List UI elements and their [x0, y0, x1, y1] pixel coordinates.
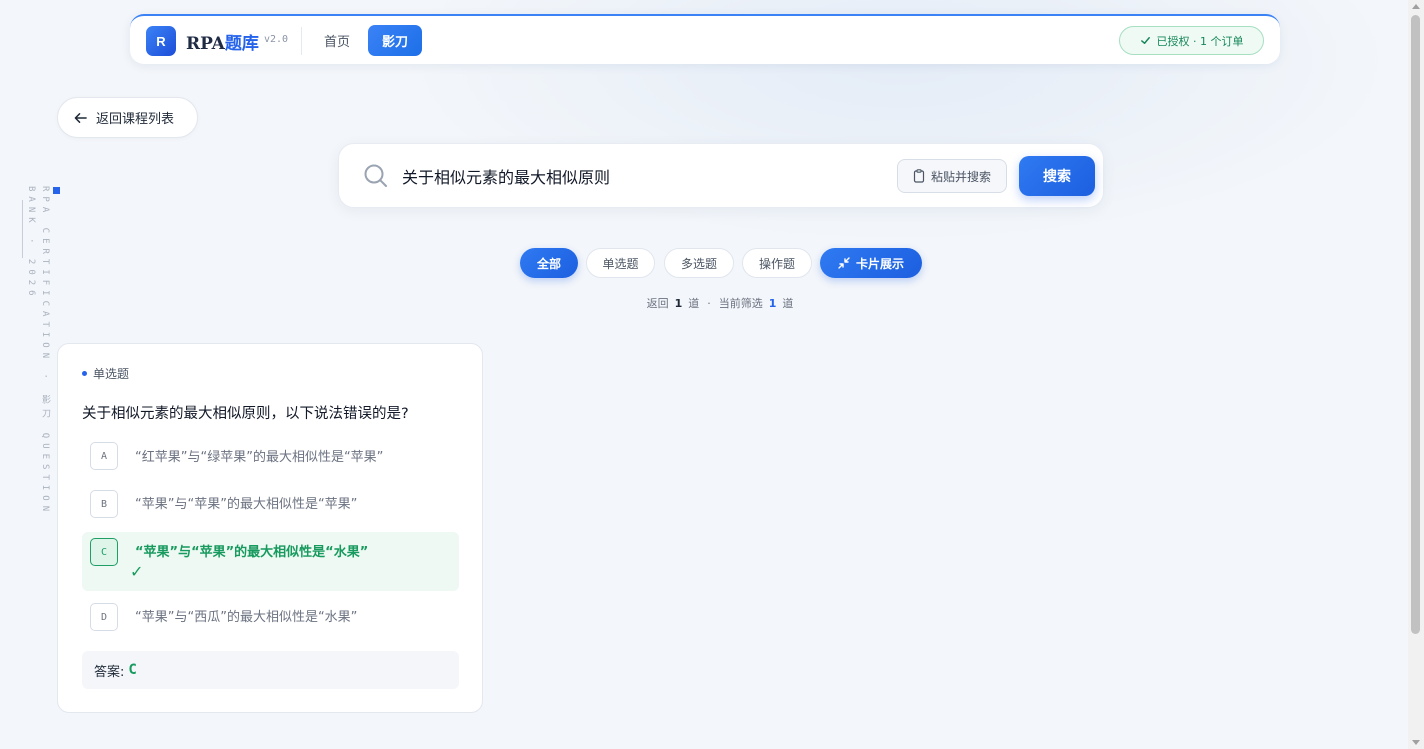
- filter-all[interactable]: 全部: [520, 248, 578, 278]
- search-bar: 粘贴并搜索 搜索: [338, 143, 1104, 208]
- nav-divider: [301, 27, 302, 55]
- top-navbar: R RPA题库 v2.0 首页 影刀 已授权 · 1 个订单: [130, 14, 1280, 64]
- collapse-icon: [838, 257, 850, 269]
- answer-label: 答案:: [94, 664, 125, 680]
- brand-prefix: RPA: [186, 34, 225, 54]
- option-d[interactable]: D “苹果”与“西瓜”的最大相似性是“水果”: [82, 600, 459, 638]
- nav-item-yingdao[interactable]: 影刀: [368, 25, 422, 56]
- arrow-left-icon: [74, 112, 87, 123]
- brand-suffix: 题库: [224, 34, 259, 54]
- license-badge: 已授权 · 1 个订单: [1119, 26, 1264, 55]
- option-letter: D: [90, 603, 118, 631]
- card-view-label: 卡片展示: [855, 256, 904, 271]
- count-prefix: 返回: [646, 297, 669, 310]
- clipboard-icon: [913, 169, 925, 183]
- filter-operation[interactable]: 操作题: [742, 248, 812, 278]
- option-text: “苹果”与“西瓜”的最大相似性是“水果”: [135, 610, 358, 625]
- option-letter: B: [90, 490, 118, 518]
- filtered-count: 1: [768, 297, 777, 310]
- question-text: 关于相似元素的最大相似原则，以下说法错误的是?: [82, 406, 409, 422]
- question-type-label: 单选题: [93, 367, 130, 381]
- count-unit-2: 道: [782, 297, 794, 310]
- version-label: v2.0: [264, 34, 289, 45]
- answer-box: 答案: C: [82, 651, 459, 689]
- result-count: 返回 1 道 · 当前筛选 1 道: [0, 295, 1424, 311]
- paste-search-label: 粘贴并搜索: [930, 169, 991, 184]
- option-letter: C: [90, 538, 118, 566]
- side-vertical-text: RPA CERTIFICATION · 影刀 QUESTION BANK · 2…: [26, 186, 50, 517]
- option-b[interactable]: B “苹果”与“苹果”的最大相似性是“苹果”: [82, 484, 459, 522]
- option-c-correct[interactable]: C “苹果”与“苹果”的最大相似性是“水果” ✓: [82, 532, 459, 591]
- side-line: [22, 200, 23, 258]
- nav-item-home[interactable]: 首页: [314, 25, 360, 55]
- option-letter: A: [90, 442, 118, 470]
- check-icon: [1140, 37, 1150, 44]
- tag-dot: [82, 371, 87, 376]
- scroll-down-icon[interactable]: [1412, 740, 1420, 745]
- correct-check-icon: ✓: [130, 562, 144, 581]
- option-a[interactable]: A “红苹果”与“绿苹果”的最大相似性是“苹果”: [82, 436, 459, 474]
- license-text: 已授权 · 1 个订单: [1156, 34, 1244, 48]
- search-input[interactable]: [402, 162, 882, 190]
- question-card: 单选题 关于相似元素的最大相似原则，以下说法错误的是? A “红苹果”与“绿苹果…: [57, 343, 483, 713]
- logo-icon[interactable]: R: [146, 26, 176, 56]
- back-to-courses-button[interactable]: 返回课程列表: [57, 97, 198, 138]
- brand-title[interactable]: RPA题库: [186, 29, 259, 54]
- option-text: “苹果”与“苹果”的最大相似性是“苹果”: [135, 497, 358, 512]
- back-button-label: 返回课程列表: [96, 112, 175, 127]
- option-text: “红苹果”与“绿苹果”的最大相似性是“苹果”: [135, 450, 384, 465]
- count-separator: ·: [707, 297, 711, 310]
- returned-count: 1: [674, 297, 683, 310]
- scroll-thumb[interactable]: [1411, 15, 1420, 634]
- filter-single-choice[interactable]: 单选题: [586, 248, 655, 278]
- question-type-tag: 单选题: [82, 365, 129, 382]
- side-marker: [53, 187, 60, 194]
- filter-multiple-choice[interactable]: 多选题: [664, 248, 734, 278]
- search-icon: [364, 164, 387, 187]
- filter-label: 当前筛选: [718, 297, 763, 310]
- card-view-toggle[interactable]: 卡片展示: [820, 248, 922, 278]
- page-scrollbar[interactable]: [1408, 0, 1424, 749]
- answer-value: C: [128, 662, 137, 678]
- scroll-up-icon[interactable]: [1412, 4, 1420, 9]
- search-button[interactable]: 搜索: [1019, 156, 1095, 196]
- count-unit: 道: [688, 297, 700, 310]
- paste-search-button[interactable]: 粘贴并搜索: [897, 159, 1007, 193]
- option-text: “苹果”与“苹果”的最大相似性是“水果”: [135, 545, 369, 560]
